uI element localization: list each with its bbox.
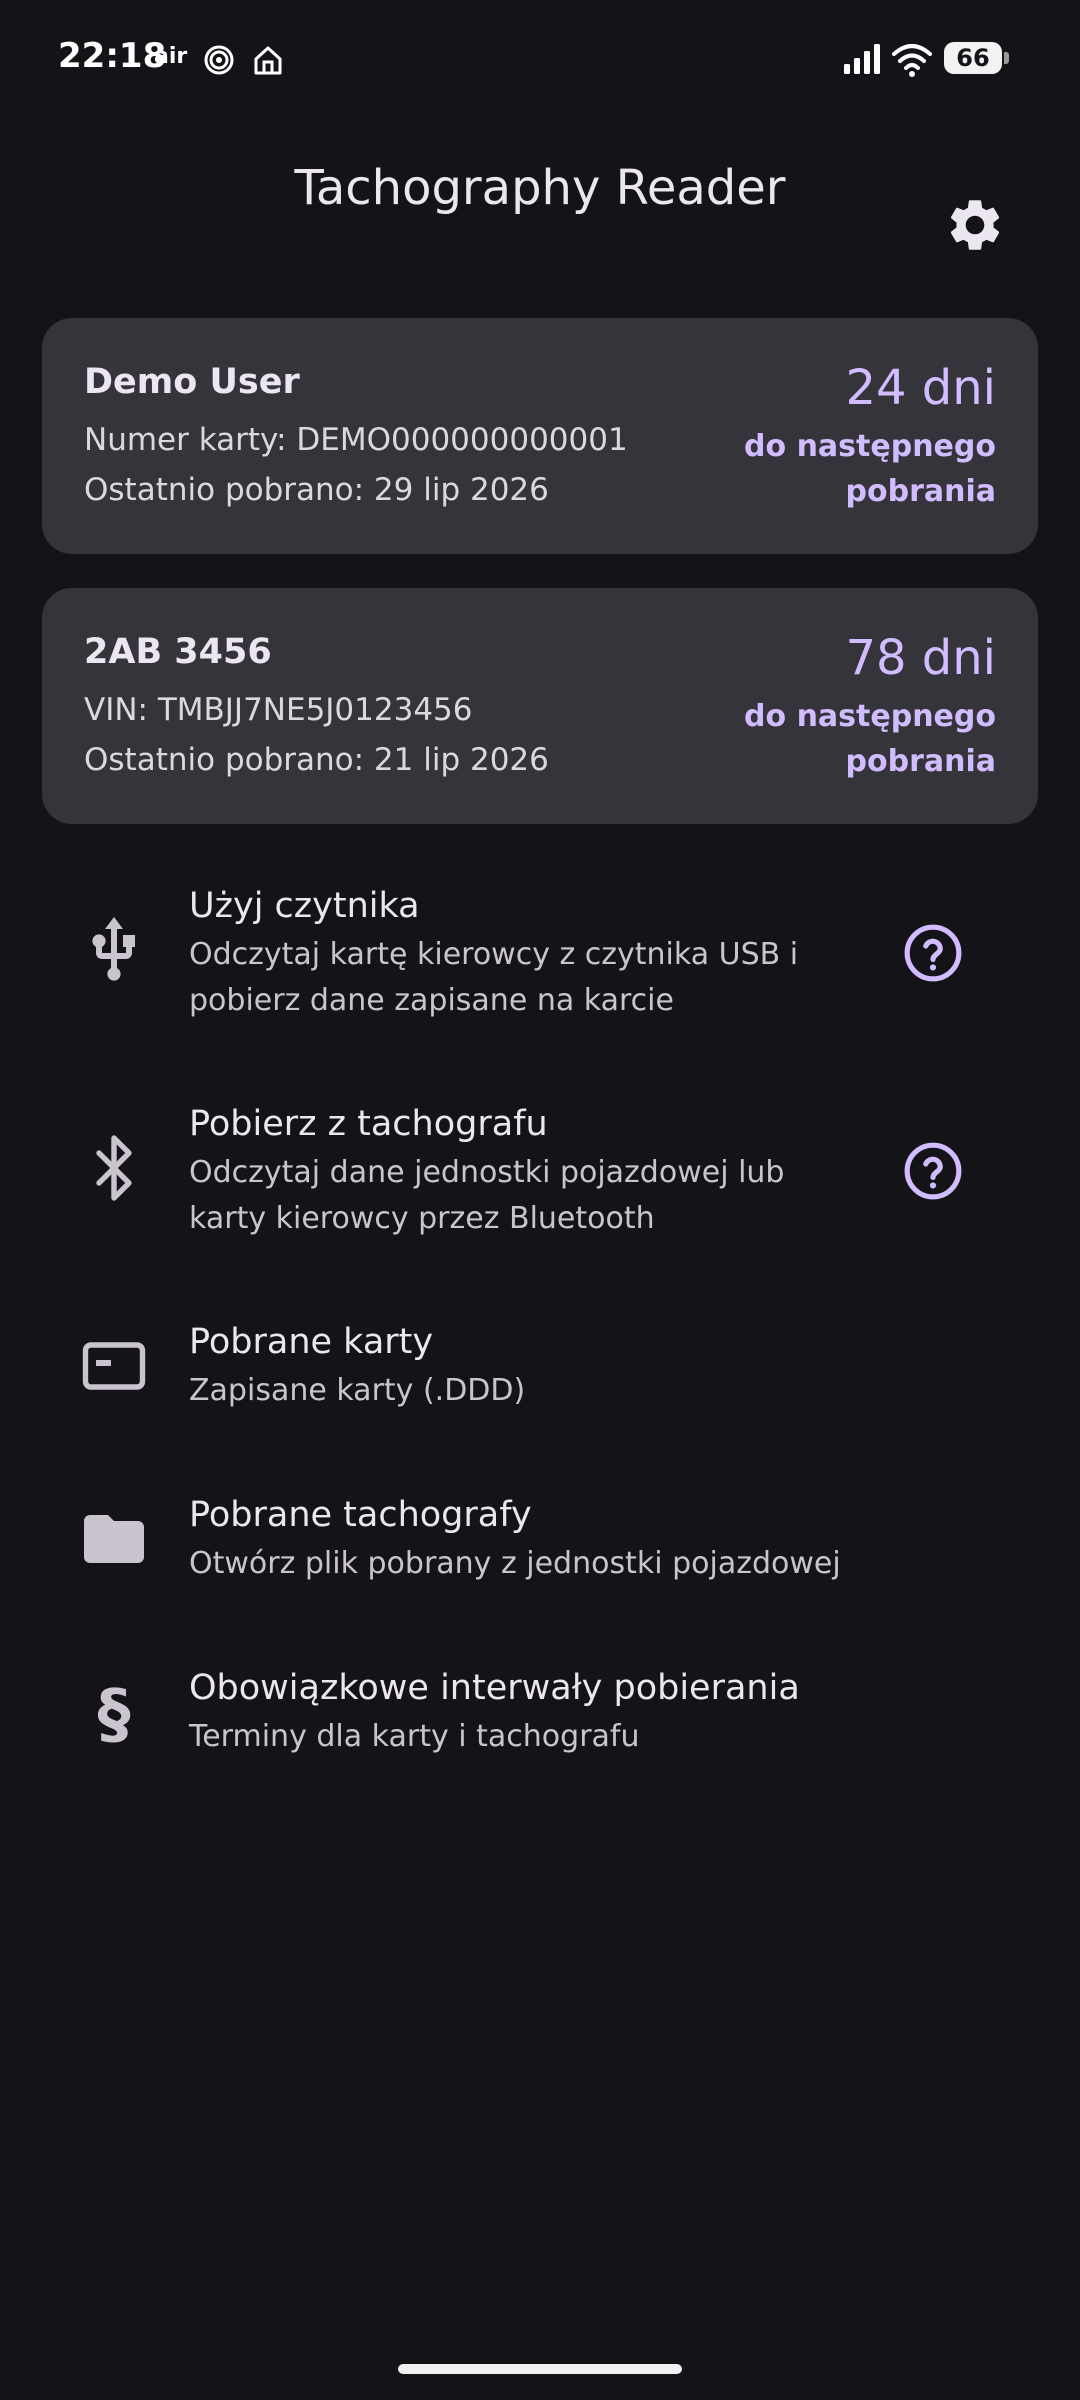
card-icon xyxy=(82,1342,146,1390)
menu-item-downloaded-cards[interactable]: Pobrane karty Zapisane karty (.DDD) xyxy=(0,1318,1080,1428)
menu-subtitle: Otwórz plik pobrany z jednostki pojazdow… xyxy=(189,1546,841,1581)
menu-subtitle: Terminy dla karty i tachografu xyxy=(189,1719,640,1754)
days-remaining-label: do następnego pobrania xyxy=(744,429,996,509)
usb-icon xyxy=(92,917,135,981)
menu-title: Pobrane tachografy xyxy=(189,1495,532,1535)
svg-text:§: § xyxy=(98,1676,131,1748)
card-title: 2AB 3456 xyxy=(84,632,272,672)
menu-item-use-reader[interactable]: Użyj czytnika Odczytaj kartę kierowcy z … xyxy=(0,882,1080,1032)
menu-subtitle: Zapisane karty (.DDD) xyxy=(189,1373,526,1408)
help-icon[interactable] xyxy=(902,1140,964,1202)
section-icon: § xyxy=(98,1676,131,1748)
signal-icon xyxy=(844,44,880,74)
status-bar: 22:18 air 66 xyxy=(0,0,1080,120)
help-icon[interactable] xyxy=(902,922,964,984)
bluetooth-icon xyxy=(96,1135,132,1201)
status-time: 22:18 xyxy=(58,36,167,76)
last-download: Ostatnio pobrano: 29 lip 2026 xyxy=(84,472,549,508)
days-remaining: 24 dni xyxy=(845,360,996,416)
card-title: Demo User xyxy=(84,362,300,402)
menu-item-downloaded-tachographs[interactable]: Pobrane tachografy Otwórz plik pobrany z… xyxy=(0,1491,1080,1601)
battery-level: 66 xyxy=(944,42,1002,74)
days-remaining: 78 dni xyxy=(845,630,996,686)
menu-item-mandatory-intervals[interactable]: § Obowiązkowe interwały pobierania Termi… xyxy=(0,1664,1080,1774)
vin-number: VIN: TMBJJ7NE5J0123456 xyxy=(84,692,473,728)
menu-title: Pobierz z tachografu xyxy=(189,1104,548,1144)
last-download: Ostatnio pobrano: 21 lip 2026 xyxy=(84,742,549,778)
menu-title: Obowiązkowe interwały pobierania xyxy=(189,1668,800,1708)
battery-tip xyxy=(1004,52,1009,64)
menu-title: Użyj czytnika xyxy=(189,886,420,926)
wifi-icon xyxy=(892,44,932,77)
vehicle-summary[interactable]: 2AB 3456 VIN: TMBJJ7NE5J0123456 Ostatnio… xyxy=(42,588,1038,824)
days-remaining-label: do następnego pobrania xyxy=(744,699,996,779)
settings-gear-icon[interactable] xyxy=(944,194,1006,256)
menu-subtitle: Odczytaj dane jednostki pojazdowej lub k… xyxy=(189,1155,785,1236)
menu-title: Pobrane karty xyxy=(189,1322,434,1362)
menu-item-download-tachograph[interactable]: Pobierz z tachografu Odczytaj dane jedno… xyxy=(0,1100,1080,1250)
driver-card-summary[interactable]: Demo User Numer karty: DEMO000000000001 … xyxy=(42,318,1038,554)
menu-subtitle: Odczytaj kartę kierowcy z czytnika USB i… xyxy=(189,937,799,1018)
folder-icon xyxy=(84,1515,144,1563)
home-icon xyxy=(254,46,282,75)
app-title: Tachography Reader xyxy=(294,160,786,216)
hotspot-icon xyxy=(204,45,234,75)
card-number: Numer karty: DEMO000000000001 xyxy=(84,422,628,458)
home-indicator[interactable] xyxy=(398,2364,682,2374)
air-indicator: air xyxy=(154,44,188,69)
